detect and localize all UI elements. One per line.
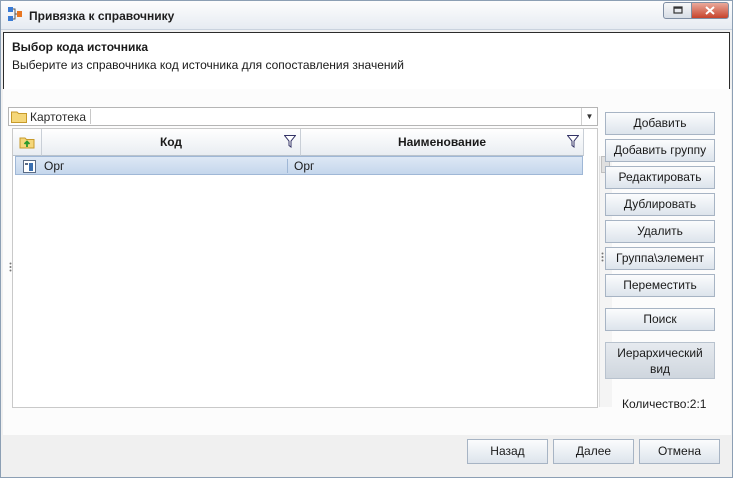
grip-icon[interactable] [9, 262, 12, 272]
hierarchical-view-button[interactable]: Иерархический вид [605, 342, 715, 379]
table-row[interactable]: Орг Орг [15, 156, 583, 175]
duplicate-button[interactable]: Дублировать [605, 193, 715, 216]
cell-code: Орг [44, 159, 288, 173]
restore-button[interactable] [663, 2, 692, 19]
folder-up-icon [19, 137, 35, 149]
count-label: Количество:2:1 [622, 397, 707, 411]
header-title: Выбор кода источника [12, 40, 149, 54]
group-element-button[interactable]: Группа\элемент [605, 247, 715, 270]
search-button[interactable]: Поиск [605, 308, 715, 331]
level-up-header-cell[interactable] [13, 129, 42, 156]
add-group-button[interactable]: Добавить группу [605, 139, 715, 162]
path-input[interactable] [90, 109, 582, 124]
delete-button[interactable]: Удалить [605, 220, 715, 243]
catalog-path-bar: Картотека ▼ [8, 107, 598, 126]
add-button[interactable]: Добавить [605, 112, 715, 135]
cancel-button[interactable]: Отмена [639, 439, 720, 464]
grip-icon[interactable] [601, 252, 604, 262]
close-icon [705, 6, 715, 15]
column-header-code[interactable]: Код [42, 129, 301, 156]
title-bar: Привязка к справочнику [1, 1, 732, 30]
folder-icon [11, 111, 27, 123]
move-button[interactable]: Переместить [605, 274, 715, 297]
chevron-down-icon: ▼ [585, 112, 594, 121]
column-header-code-label: Код [159, 135, 183, 149]
hierarchical-view-label-line1: Иерархический [617, 346, 703, 360]
filter-icon[interactable] [567, 135, 579, 148]
restore-icon [672, 6, 683, 14]
header-subtitle: Выберите из справочника код источника дл… [12, 58, 404, 72]
column-header-name-label: Наименование [397, 135, 487, 149]
window-title: Привязка к справочнику [29, 9, 175, 23]
path-label: Картотека [30, 110, 87, 124]
close-button[interactable] [691, 2, 729, 19]
filter-icon[interactable] [284, 135, 296, 148]
cell-name: Орг [294, 159, 315, 173]
column-header-name[interactable]: Наименование [301, 129, 584, 156]
header-panel: Выбор кода источника Выберите из справоч… [3, 32, 730, 90]
catalog-card-icon [23, 160, 36, 173]
edit-button[interactable]: Редактировать [605, 166, 715, 189]
hierarchical-view-label-line2: вид [649, 362, 671, 376]
codes-grid: Код Наименование Орг Орг [12, 128, 612, 408]
back-button[interactable]: Назад [467, 439, 548, 464]
next-button[interactable]: Далее [553, 439, 634, 464]
path-dropdown-button[interactable]: ▼ [581, 108, 597, 125]
app-link-icon [8, 7, 22, 21]
